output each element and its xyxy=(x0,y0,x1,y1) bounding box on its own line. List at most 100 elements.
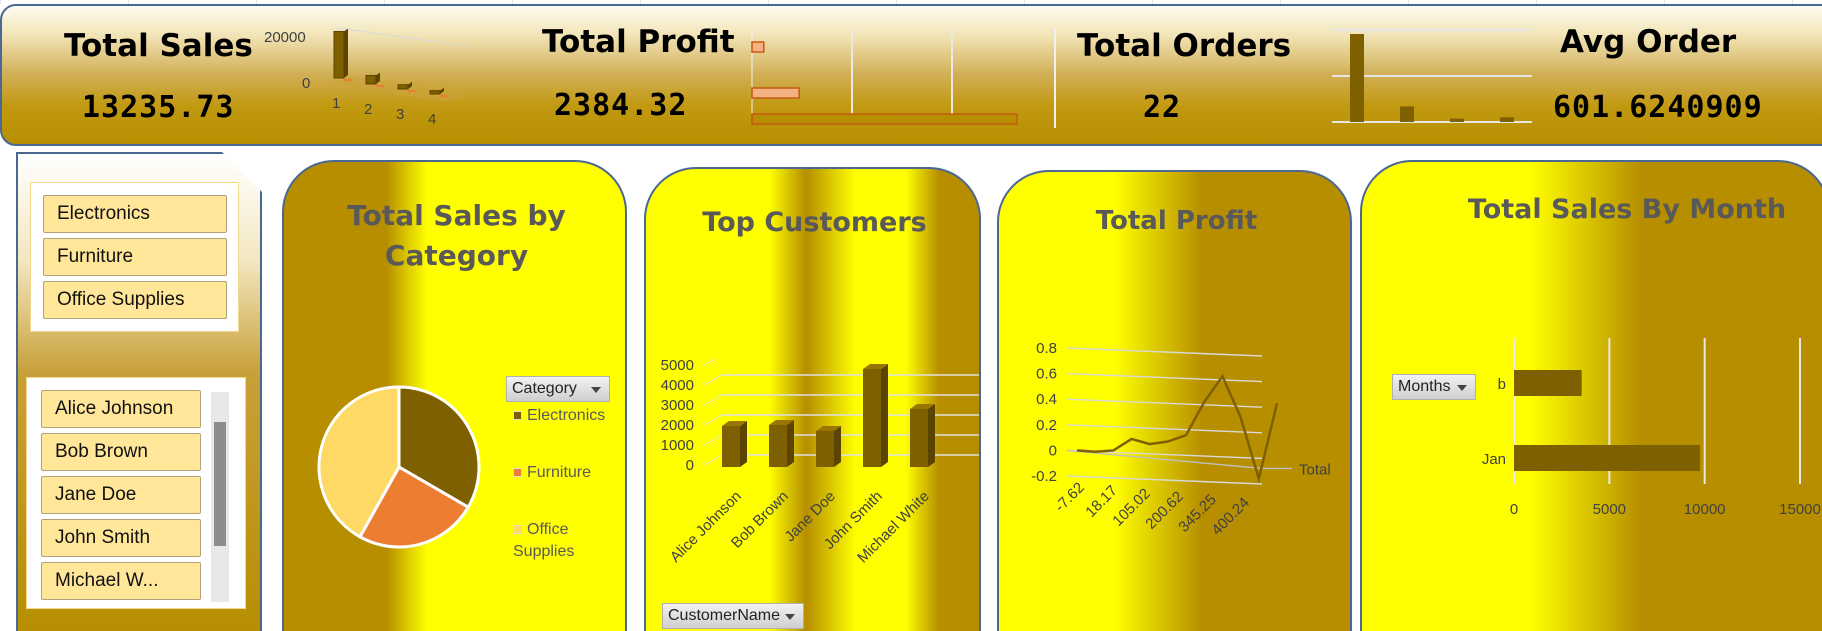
profit-series-label: Total xyxy=(1299,461,1331,478)
mini-orders-bar xyxy=(1500,117,1514,122)
kpi-title-avg-order: Avg Order xyxy=(1560,24,1737,60)
kpi-header-band: Total Sales 13235.73 Total Profit 2384.3… xyxy=(0,4,1822,146)
legend-swatch xyxy=(513,411,522,420)
chevron-down-icon xyxy=(785,614,795,620)
kpi-title-total-sales: Total Sales xyxy=(64,28,253,64)
slicer-scrollbar-track[interactable] xyxy=(211,392,229,602)
cust-ytick: 2000 xyxy=(661,417,694,434)
cust-ytick: 3000 xyxy=(661,397,694,414)
mini-orders-bar xyxy=(1450,118,1464,122)
mini-sales-xtick: 2 xyxy=(364,101,372,118)
profit-gridline xyxy=(1066,424,1263,434)
top-customers-chart[interactable]: 010002000300040005000Alice JohnsonBob Br… xyxy=(646,359,981,569)
card-top-customers: Top Customers 0 1000 2000 3000 4000 5000 Alice… xyxy=(644,167,981,631)
slicer-item-jane-doe[interactable]: Jane Doe xyxy=(41,476,201,514)
month-xtick: 5000 xyxy=(1593,501,1626,518)
cust-bar-side xyxy=(928,404,935,467)
chart-title-total-profit: Total Profit xyxy=(1095,206,1258,236)
month-bar xyxy=(1514,370,1582,396)
mini-sales-bar-base xyxy=(440,95,448,97)
sales-by-month-chart[interactable]: 0 5000 10000 15000 Jan b xyxy=(1442,332,1822,532)
cust-ytick: 5000 xyxy=(661,359,694,374)
mini-sales-xtick: 4 xyxy=(428,111,436,128)
card-sales-by-category: Total Sales by Category Category Electro… xyxy=(282,160,627,631)
mini-profit-bar xyxy=(751,41,765,53)
month-xtick: 0 xyxy=(1510,501,1518,518)
kpi-value-total-profit: 2384.32 xyxy=(554,88,688,123)
cust-bar xyxy=(816,431,834,467)
legend-label: Furniture xyxy=(527,464,592,481)
cust-gridline-depth xyxy=(703,374,723,386)
profit-line xyxy=(1076,373,1279,484)
legend-item: Office Supplies xyxy=(513,519,603,563)
legend-label: Office Supplies xyxy=(513,521,575,560)
month-category-label: b xyxy=(1498,376,1506,393)
cust-bar xyxy=(910,409,928,467)
kpi-value-avg-order: 601.6240909 xyxy=(1553,90,1763,125)
card-total-profit: Total Profit -0.2 0 0.2 0.4 0.6 0.8 -7.62 18.17… xyxy=(997,170,1352,631)
slicer-scrollbar-thumb[interactable] xyxy=(214,422,226,546)
mini-sales-bar xyxy=(365,74,377,85)
chevron-down-icon xyxy=(591,387,601,393)
slicer-item-bob-brown[interactable]: Bob Brown xyxy=(41,433,201,471)
mini-sales-ytick: 20000 xyxy=(264,29,306,46)
chart-title-top-customers: Top Customers xyxy=(702,207,927,238)
mini-sales-bar xyxy=(429,90,441,95)
mini-profit-chart[interactable] xyxy=(744,26,1034,126)
kpi-title-total-orders: Total Orders xyxy=(1077,28,1292,64)
legend-swatch xyxy=(513,468,522,477)
cust-ytick: 4000 xyxy=(661,377,694,394)
cust-gridline-depth xyxy=(703,454,723,466)
mini-orders-bar xyxy=(1350,34,1364,122)
mini-sales-ytick: 0 xyxy=(302,75,310,92)
cust-bar-side xyxy=(881,364,888,467)
profit-ytick: 0 xyxy=(1049,442,1057,459)
kpi-title-total-profit: Total Profit xyxy=(542,24,735,60)
cust-gridline-depth xyxy=(703,414,723,426)
customer-slicer: Alice Johnson Bob Brown Jane Doe John Sm… xyxy=(26,377,246,609)
kpi-value-total-orders: 22 xyxy=(1143,90,1182,125)
cust-bar-side xyxy=(834,426,841,467)
slicer-item-michael-white[interactable]: Michael W... xyxy=(41,562,201,600)
slicer-item-electronics[interactable]: Electronics xyxy=(43,195,227,233)
profit-ytick: 0.8 xyxy=(1036,340,1057,357)
total-profit-line-chart[interactable]: -0.200.20.40.60.8-7.6218.17105.02200.623… xyxy=(999,332,1352,602)
legend-swatch xyxy=(513,525,522,534)
customername-field-button[interactable]: CustomerName xyxy=(662,603,804,629)
legend-item: Furniture xyxy=(513,464,591,482)
slicer-item-office-supplies[interactable]: Office Supplies xyxy=(43,281,227,319)
month-bar xyxy=(1514,445,1700,471)
category-field-button[interactable]: Category xyxy=(506,376,610,402)
cust-xtick: Alice Johnson xyxy=(667,488,745,566)
legend-item: Electronics xyxy=(513,407,605,425)
mini-sales-bar xyxy=(333,30,345,79)
profit-gridline xyxy=(1066,347,1263,357)
mini-profit-bar xyxy=(751,87,800,99)
cust-ytick: 0 xyxy=(686,457,694,474)
slicer-item-john-smith[interactable]: John Smith xyxy=(41,519,201,557)
slicer-item-alice-johnson[interactable]: Alice Johnson xyxy=(41,390,201,428)
cust-bar-side xyxy=(787,420,794,467)
profit-xaxis xyxy=(1066,449,1263,470)
cust-gridline-depth xyxy=(703,394,723,406)
mini-orders-bar xyxy=(1400,106,1414,122)
mini-sales-xtick: 3 xyxy=(396,106,404,123)
month-xtick: 10000 xyxy=(1684,501,1726,518)
pie-chart[interactable] xyxy=(314,382,484,552)
cust-bar xyxy=(863,369,881,467)
profit-gridline xyxy=(1066,372,1263,383)
mini-sales-bar xyxy=(397,84,409,90)
mini-sales-chart[interactable]: 20000 0 1 2 3 4 xyxy=(258,18,478,138)
cust-bar xyxy=(722,426,740,467)
mini-sales-bar-side xyxy=(344,28,348,78)
cust-ytick: 1000 xyxy=(661,437,694,454)
cust-gridline-depth xyxy=(703,434,723,446)
slicer-item-furniture[interactable]: Furniture xyxy=(43,238,227,276)
mini-sales-bar-base xyxy=(376,85,384,87)
card-sales-by-month: Total Sales By Month Months 0 5000 10000 15… xyxy=(1360,160,1822,631)
profit-ytick: 0.6 xyxy=(1036,366,1057,383)
mini-orders-chart[interactable] xyxy=(1332,26,1532,128)
category-field-label: Category xyxy=(512,380,577,397)
profit-ytick: 0.2 xyxy=(1036,417,1057,434)
category-slicer: Electronics Furniture Office Supplies xyxy=(30,182,239,332)
